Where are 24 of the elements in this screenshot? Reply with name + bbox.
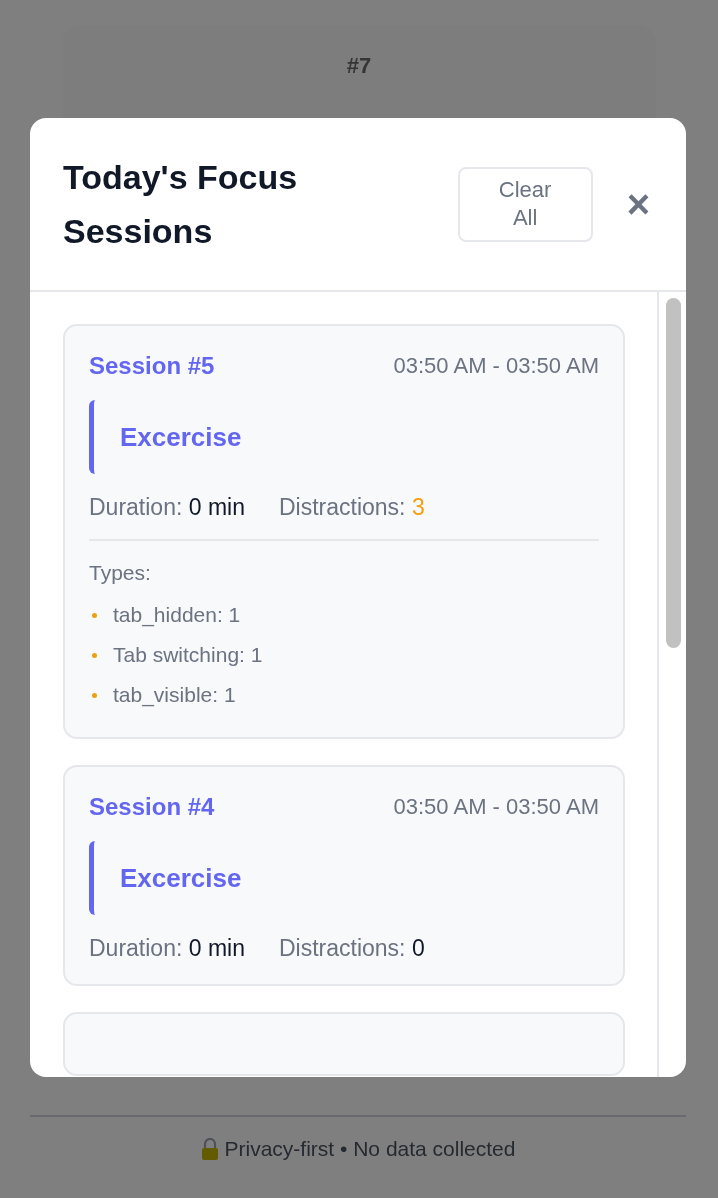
duration-stat: Duration: 0 min (89, 935, 245, 962)
clear-all-button[interactable]: Clear All (457, 166, 593, 242)
types-label: Types: (89, 561, 152, 585)
duration-stat: Duration: 0 min (89, 494, 245, 521)
privacy-note: Privacy-first • No data collected (224, 1137, 516, 1161)
category-name: Excercise (120, 862, 242, 894)
session-title: Session #4 (89, 793, 215, 821)
scrollbar-thumb[interactable] (666, 298, 681, 648)
close-button[interactable]: × (622, 181, 654, 227)
session-time: 03:50 AM - 03:50 AM (393, 794, 599, 820)
type-count: tab_hidden: 1 (113, 603, 241, 627)
type-count: tab_visible: 1 (113, 683, 236, 707)
bullet-icon (92, 652, 97, 658)
bullet-icon (92, 612, 97, 618)
type-count: Tab switching: 1 (113, 643, 263, 667)
session-number: #7 (346, 53, 372, 79)
session-title: Session #5 (89, 352, 215, 380)
lock-icon (200, 1138, 219, 1160)
distractions-stat: Distractions: 0 (278, 935, 425, 962)
bullet-icon (92, 692, 97, 698)
dialog-title: Today's Focus Sessions (63, 157, 299, 252)
category-name: Excercise (120, 421, 242, 453)
session-time: 03:50 AM - 03:50 AM (393, 353, 599, 379)
distractions-stat: Distractions: 3 (278, 494, 425, 521)
